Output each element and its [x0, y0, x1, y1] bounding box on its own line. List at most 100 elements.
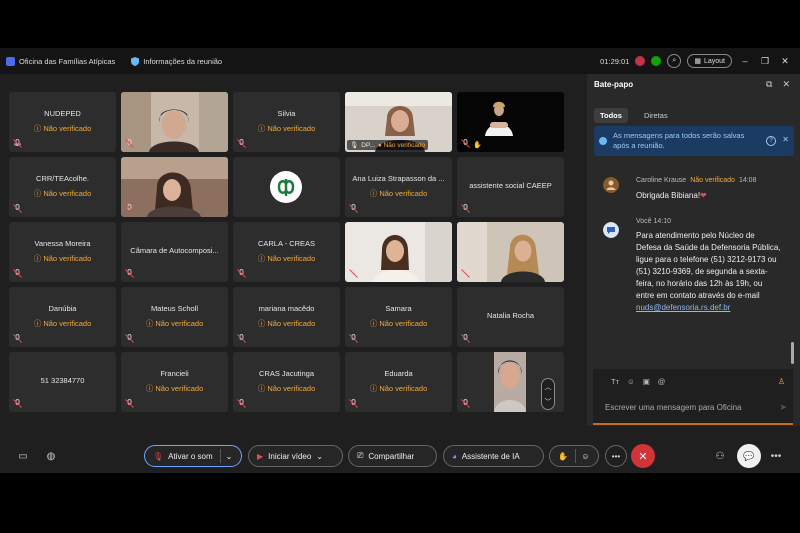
ai-assistant-button[interactable]: ◕ Assistente de IA	[443, 445, 544, 467]
unverified-badge: ⓘ Não verificado	[369, 319, 428, 328]
message-meta: Você 14:10	[636, 218, 671, 225]
format-text-icon[interactable]: Tт	[611, 377, 619, 386]
email-link[interactable]: nuds@defensoria.rs.def.br	[636, 303, 730, 312]
participant-name: Danúbia	[48, 304, 77, 313]
participant-name: Eduarda	[384, 369, 413, 378]
share-label: Compartilhar	[368, 451, 415, 461]
language-icon[interactable]: ◍	[44, 449, 58, 463]
send-icon[interactable]: ➤	[779, 402, 787, 413]
restore-icon[interactable]: ❐	[758, 54, 772, 68]
chevron-up-icon[interactable]: ︿	[545, 382, 552, 392]
mic-muted-icon	[349, 334, 358, 343]
chevron-down-icon[interactable]: ⌄	[226, 452, 233, 461]
participants-icon[interactable]: ⚇	[713, 449, 727, 463]
participant-tile[interactable]: 51 32384770	[9, 352, 116, 412]
help-icon[interactable]: ?	[766, 136, 776, 146]
reactions-button[interactable]: ✋ ☺	[549, 445, 599, 467]
captions-icon[interactable]: ▭	[16, 449, 30, 463]
close-icon[interactable]: ✕	[782, 79, 790, 90]
participant-video-tile[interactable]	[457, 222, 564, 282]
chat-scrollbar[interactable]	[791, 342, 794, 364]
unverified-badge: ⓘ Não verificado	[33, 319, 92, 328]
pop-out-icon[interactable]: ⧉	[766, 79, 772, 90]
more-icon[interactable]: •••	[769, 449, 783, 463]
unmute-button[interactable]: 🎙 Ativar o som ⌄	[144, 445, 242, 467]
attach-icon[interactable]: ♙	[778, 377, 785, 386]
mic-icon: 🎙	[350, 142, 359, 149]
participant-tile[interactable]: CRR/TEAcolhe. ⓘ Não verificado	[9, 157, 116, 217]
tab-todos[interactable]: Todos	[594, 108, 628, 123]
participant-tile[interactable]: Natalia Rocha	[457, 287, 564, 347]
participant-tile[interactable]: Samara ⓘ Não verificado	[345, 287, 452, 347]
chevron-down-icon[interactable]: ⌄	[316, 452, 323, 461]
raise-hand-icon[interactable]: ✋	[558, 452, 568, 461]
minimize-icon[interactable]: –	[738, 54, 752, 68]
message-input[interactable]: Escrever uma mensagem para Oficina	[605, 403, 742, 412]
chat-header-actions: ⧉ ✕	[766, 79, 790, 90]
active-speaker-tile[interactable]: 🎙 DP... ● Não verificado	[345, 92, 452, 152]
mic-muted-icon	[13, 334, 22, 343]
search-icon[interactable]: ⌕	[667, 54, 682, 68]
participant-video-tile[interactable]	[345, 222, 452, 282]
recording-indicator-icon[interactable]	[635, 56, 646, 66]
participant-video	[494, 352, 526, 412]
chat-toggle-button[interactable]: 💬	[737, 444, 761, 468]
meeting-window: Oficina das Famílias Atípicas Informaçõe…	[0, 48, 800, 473]
participant-tile[interactable]: Eduarda ⓘ Não verificado	[345, 352, 452, 412]
participant-video-tile[interactable]: ✋	[457, 92, 564, 152]
gif-icon[interactable]: ▣	[643, 377, 650, 386]
mic-muted-icon	[237, 139, 246, 148]
chat-message: Caroline Krause Não verificado 14:08 Obrig…	[594, 177, 789, 211]
unverified-badge: ⓘ Não verificado	[257, 124, 316, 133]
participant-name: CARLA - CREAS	[257, 239, 316, 248]
participant-tile[interactable]: Vanessa Moreira ⓘ Não verificado	[9, 222, 116, 282]
tab-diretas[interactable]: Diretas	[638, 108, 674, 123]
shield-icon[interactable]	[131, 56, 140, 66]
layout-button[interactable]: ▦ Layout	[687, 54, 732, 68]
dismiss-icon[interactable]: ✕	[782, 135, 789, 144]
title-right: 01:29:01 ⌕ ▦ Layout – ❐ ✕	[600, 48, 800, 74]
start-video-button[interactable]: ▶ Iniciar vídeo ⌄	[248, 445, 343, 467]
participant-tile[interactable]: Ana Luiza Strapasson da ... ⓘ Não verifi…	[345, 157, 452, 217]
unverified-badge: ⓘ Não verificado	[257, 384, 316, 393]
reaction-icon[interactable]: ☺	[581, 452, 589, 461]
message-text: Para atendimento pelo Núcleo de Defesa d…	[636, 231, 781, 312]
mic-muted-icon	[461, 334, 470, 343]
participant-video	[121, 157, 228, 217]
participant-tile[interactable]: Francieli ⓘ Não verificado	[121, 352, 228, 412]
unverified-badge: ⓘ Não verificado	[257, 319, 316, 328]
participant-tile[interactable]: Silvia ⓘ Não verificado	[233, 92, 340, 152]
participant-tile[interactable]: Mateus Scholl ⓘ Não verificado	[121, 287, 228, 347]
more-options-icon[interactable]: •••	[605, 445, 627, 467]
participant-video-tile[interactable]	[121, 92, 228, 152]
participant-tile[interactable]: NUDEPED ⓘ Não verificado	[9, 92, 116, 152]
participant-tile[interactable]: Câmara de Autocomposi...	[121, 222, 228, 282]
security-indicator-icon[interactable]	[651, 56, 662, 66]
participant-tile[interactable]: CARLA - CREAS ⓘ Não verificado	[233, 222, 340, 282]
mic-muted-icon	[125, 269, 134, 278]
chat-tabs: Todos Diretas	[594, 108, 674, 123]
meeting-timer: 01:29:01	[600, 56, 630, 66]
participant-name: NUDEPED	[44, 109, 81, 118]
participant-video-tile[interactable]	[121, 157, 228, 217]
participant-tile[interactable]: Danúbia ⓘ Não verificado	[9, 287, 116, 347]
mention-icon[interactable]: @	[658, 377, 666, 386]
share-button[interactable]: ⎚ Compartilhar	[348, 445, 437, 467]
unverified-badge: ⓘ Não verificado	[33, 254, 92, 263]
message-composer: Tт ☺ ▣ @ ♙ Escrever uma mensagem para Of…	[593, 369, 793, 425]
participant-name: Silvia	[277, 109, 296, 118]
participant-tile[interactable]: CRAS Jacutinga ⓘ Não verificado	[233, 352, 340, 412]
meeting-info-link[interactable]: Informações da reunião	[143, 57, 222, 66]
close-icon[interactable]: ✕	[778, 54, 792, 68]
emoji-icon[interactable]: ☺	[627, 377, 635, 386]
participant-tile[interactable]: mariana macêdo ⓘ Não verificado	[233, 287, 340, 347]
meeting-title: Oficina das Famílias Atípicas	[19, 56, 116, 66]
chevron-down-icon[interactable]: ﹀	[545, 397, 552, 407]
participant-avatar-tile[interactable]	[233, 157, 340, 217]
grid-page-scroller[interactable]: ︿ ﹀	[541, 378, 555, 410]
leave-meeting-button[interactable]: ✕	[631, 444, 655, 468]
message-time: 14:10	[653, 218, 672, 225]
participant-tile[interactable]: assistente social CAEEP	[457, 157, 564, 217]
chat-panel: Bate-papo ⧉ ✕ Todos Diretas As mensagens…	[587, 74, 800, 426]
participant-name: Câmara de Autocomposi...	[130, 246, 219, 255]
